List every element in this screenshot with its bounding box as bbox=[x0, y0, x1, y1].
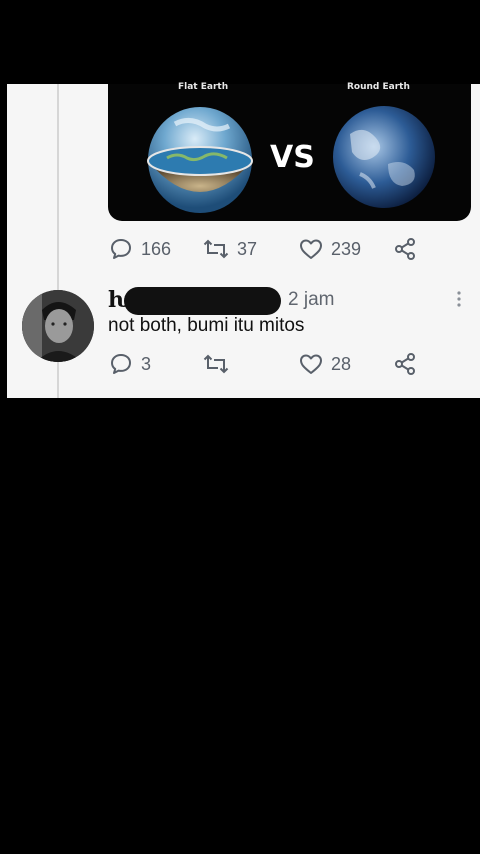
reply-icon bbox=[111, 239, 131, 259]
round-earth-globe bbox=[333, 106, 435, 208]
reply-reply-action[interactable]: 3 bbox=[109, 352, 151, 376]
reply-retweet-action[interactable] bbox=[203, 352, 229, 376]
avatar-photo bbox=[22, 290, 94, 362]
like-icon bbox=[300, 354, 322, 374]
reply-text: not both, bumi itu mitos bbox=[108, 315, 305, 336]
flat-earth-label: Flat Earth bbox=[178, 82, 229, 92]
retweet-action[interactable]: 37 bbox=[203, 237, 257, 261]
retweet-icon bbox=[203, 239, 229, 259]
reply-like-action[interactable]: 28 bbox=[299, 352, 351, 376]
reply-share-action[interactable] bbox=[393, 352, 417, 376]
share-action[interactable] bbox=[393, 237, 417, 261]
round-earth-label: Round Earth bbox=[347, 82, 410, 92]
vs-label: VS bbox=[270, 140, 315, 175]
like-icon bbox=[300, 239, 322, 259]
flat-earth-globe bbox=[147, 107, 253, 213]
reply-icon bbox=[111, 354, 131, 374]
avatar[interactable] bbox=[22, 290, 94, 362]
more-options-icon[interactable] bbox=[454, 290, 464, 308]
reply-action[interactable]: 166 bbox=[109, 237, 171, 261]
reply-like-count: 28 bbox=[331, 353, 352, 374]
reply-count: 166 bbox=[141, 238, 172, 259]
redacted-username bbox=[124, 287, 281, 315]
share-icon bbox=[395, 353, 415, 375]
retweet-count: 37 bbox=[237, 238, 258, 259]
reply-timestamp: 2 jam bbox=[288, 289, 335, 310]
share-icon bbox=[395, 238, 415, 260]
reply-reply-count: 3 bbox=[141, 353, 152, 374]
like-action[interactable]: 239 bbox=[299, 237, 361, 261]
like-count: 239 bbox=[331, 238, 362, 259]
retweet-icon bbox=[203, 354, 229, 374]
